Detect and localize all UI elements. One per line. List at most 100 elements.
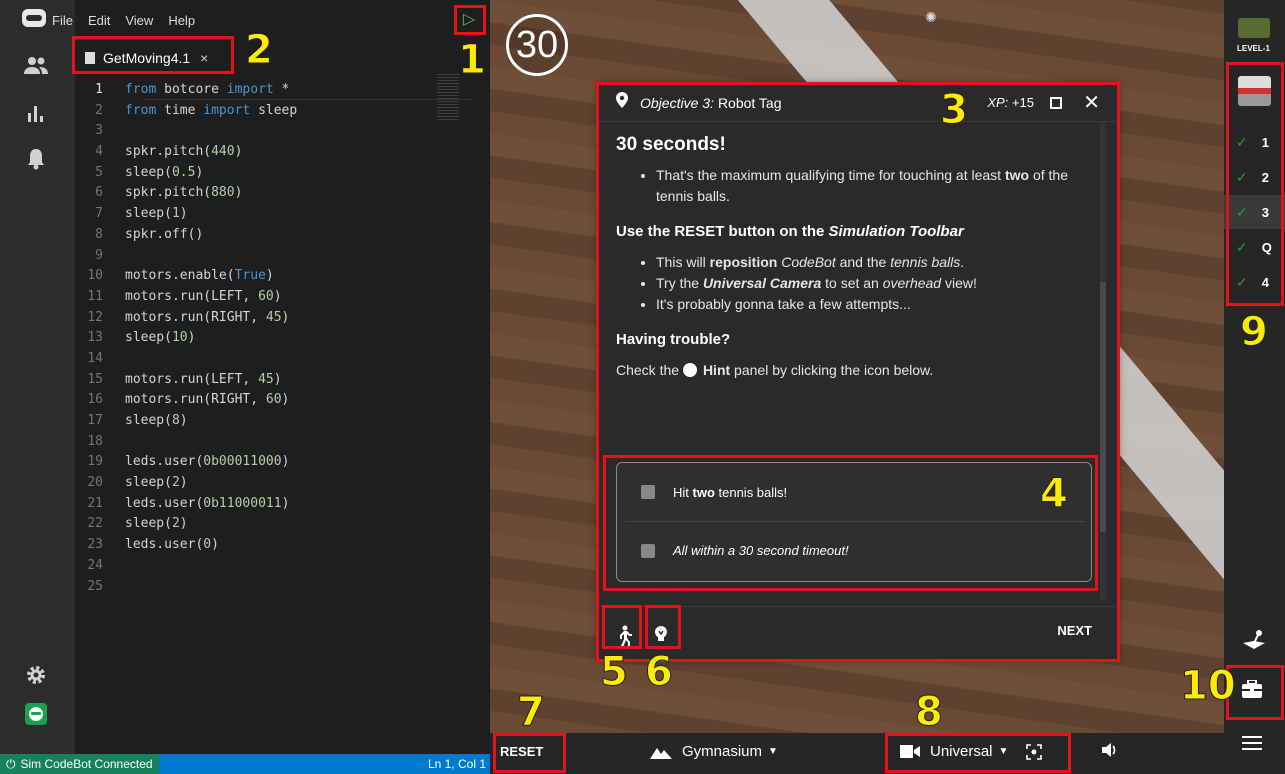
annotation-box-run [454,5,486,35]
users-icon[interactable] [20,52,52,84]
code-line[interactable]: 18 [75,432,490,453]
debug-icon[interactable]: ✺ [925,9,937,26]
connection-status[interactable]: ⏻ Sim CodeBot Connected [0,754,159,774]
line-text[interactable]: motors.run(LEFT, 45) [125,370,282,391]
line-number: 15 [87,371,103,387]
line-text[interactable]: spkr.off() [125,225,203,246]
line-text[interactable]: motors.run(RIGHT, 60) [125,390,289,411]
annotation-number-5: 5 [600,649,629,695]
code-lines[interactable]: 1 from botcore import * 2 from time import … [75,80,490,597]
line-number: 24 [87,557,103,573]
line-text[interactable]: spkr.pitch(880) [125,183,242,204]
annotation-number-7: 7 [517,689,546,735]
line-text[interactable]: from botcore import * [125,80,289,101]
level-badge-icon[interactable] [1238,18,1270,38]
simulation-toolbar: RESET Gymnasium ▼ Universal ▼ [490,733,1224,774]
code-line[interactable]: 23 leds.user(0) [75,535,490,556]
code-line[interactable]: 14 [75,349,490,370]
chevron-down-icon: ▼ [768,746,778,757]
line-text[interactable]: sleep(10) [125,328,195,349]
line-text[interactable]: motors.enable(True) [125,266,274,287]
line-number: 13 [87,330,103,346]
code-line[interactable]: 25 [75,577,490,598]
code-line[interactable]: 15 motors.run(LEFT, 45) [75,370,490,391]
annotation-box-camera [885,733,1071,773]
line-number: 25 [87,578,103,594]
line-number: 11 [87,288,103,304]
line-text[interactable]: sleep(8) [125,411,188,432]
code-editor[interactable]: GetMoving4.1 × 1 from botcore import * 2 fr… [75,38,490,754]
annotation-number-1: 1 [458,37,487,83]
line-text[interactable]: motors.run(RIGHT, 45) [125,308,289,329]
code-line[interactable]: 5 sleep(0.5) [75,163,490,184]
code-line[interactable]: 21 leds.user(0b11000011) [75,494,490,515]
mountain-icon [650,747,672,759]
activity-bar [0,0,75,774]
line-number: 9 [95,247,103,263]
codebot-logo-icon[interactable] [22,9,46,27]
annotation-box-progress [1226,62,1284,306]
countdown-timer: 30 [506,14,568,76]
line-text[interactable]: motors.run(LEFT, 60) [125,287,282,308]
line-text[interactable]: sleep(0.5) [125,163,203,184]
code-line[interactable]: 16 motors.run(RIGHT, 60) [75,390,490,411]
line-text[interactable]: sleep(2) [125,473,188,494]
annotation-number-2: 2 [245,27,274,73]
level-label: LEVEL-1 [1237,44,1270,53]
line-number: 3 [95,123,103,139]
volume-icon[interactable] [1102,743,1118,761]
line-text[interactable]: leds.user(0) [125,535,219,556]
line-text[interactable]: sleep(1) [125,204,188,225]
line-number: 2 [95,102,103,118]
code-line[interactable]: 20 sleep(2) [75,473,490,494]
line-text[interactable]: leds.user(0b00011000) [125,452,289,473]
menu-view[interactable]: View [125,13,153,28]
code-line[interactable]: 17 sleep(8) [75,411,490,432]
code-line[interactable]: 3 [75,121,490,142]
line-number: 8 [95,226,103,242]
code-line[interactable]: 7 sleep(1) [75,204,490,225]
hamburger-menu-icon[interactable] [1242,735,1262,756]
status-bar: ⏻ Sim CodeBot Connected Ln 1, Col 1 [0,754,490,774]
code-line[interactable]: 9 [75,246,490,267]
environment-label: Gymnasium [682,743,763,760]
code-line[interactable]: 1 from botcore import * [75,80,490,101]
bell-icon[interactable] [20,147,52,179]
line-number: 7 [95,206,103,222]
annotation-box-checklist [603,455,1098,591]
line-number: 22 [87,516,103,532]
code-line[interactable]: 10 motors.enable(True) [75,266,490,287]
annotation-number-6: 6 [645,649,674,695]
line-text[interactable]: leds.user(0b11000011) [125,494,289,515]
code-line[interactable]: 12 motors.run(RIGHT, 45) [75,308,490,329]
line-text[interactable]: from time import sleep [125,101,297,122]
code-line[interactable]: 8 spkr.off() [75,225,490,246]
menu-help[interactable]: Help [168,13,195,28]
joystick-icon[interactable] [1242,630,1266,655]
menu-file[interactable]: File [52,13,73,28]
chart-icon[interactable] [20,100,52,132]
code-line[interactable]: 13 sleep(10) [75,328,490,349]
code-line[interactable]: 2 from time import sleep [75,101,490,122]
connection-status-text: Sim CodeBot Connected [20,757,153,771]
line-number: 16 [87,392,103,408]
code-line[interactable]: 11 motors.run(LEFT, 60) [75,287,490,308]
code-line[interactable]: 22 sleep(2) [75,514,490,535]
cursor-position[interactable]: Ln 1, Col 1 [428,757,486,771]
line-number: 10 [87,268,103,284]
menu-edit[interactable]: Edit [88,13,110,28]
code-line[interactable]: 6 spkr.pitch(880) [75,183,490,204]
codebot-face-icon[interactable] [20,702,52,734]
annotation-number-9: 9 [1240,309,1269,355]
gear-icon[interactable] [20,662,52,694]
line-text[interactable]: spkr.pitch(440) [125,142,242,163]
line-number: 1 [95,82,103,97]
annotation-box-tab [72,36,234,74]
code-line[interactable]: 4 spkr.pitch(440) [75,142,490,163]
environment-selector[interactable]: Gymnasium ▼ [650,743,778,760]
line-number: 23 [87,537,103,553]
code-line[interactable]: 24 [75,556,490,577]
line-text[interactable]: sleep(2) [125,514,188,535]
code-line[interactable]: 19 leds.user(0b00011000) [75,452,490,473]
annotation-box-reset [493,733,566,773]
